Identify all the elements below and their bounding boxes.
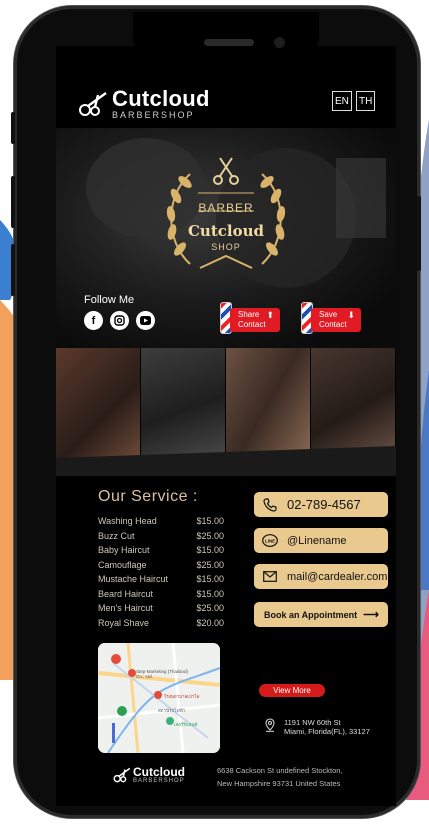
- service-item: Men's Haircut $25.00: [98, 603, 224, 618]
- service-item: Baby Haircut $15.00: [98, 545, 224, 560]
- phone-button[interactable]: 02-789-4567: [254, 492, 388, 517]
- service-price: $25.00: [196, 559, 224, 570]
- address-block: 1191 NW 60th St Miami, Florida(FL), 3312…: [284, 718, 370, 736]
- map-graphic: [98, 643, 220, 753]
- map-label-hospital: โรงพยาบาลเปาโล: [164, 694, 200, 699]
- service-price: $15.00: [196, 545, 224, 555]
- gallery-photo-1[interactable]: [56, 348, 141, 460]
- scissors-icon: [79, 92, 107, 116]
- address-line2: Miami, Florida(FL), 33127: [284, 727, 370, 736]
- service-name: Beard Haircut: [98, 588, 154, 599]
- language-th-button[interactable]: TH: [356, 91, 376, 111]
- service-price: $20.00: [196, 617, 224, 628]
- footer-address: 6638 Cackson St undefined Stockton, New …: [217, 764, 343, 790]
- service-price: $15.00: [196, 574, 224, 584]
- instagram-icon[interactable]: [110, 311, 129, 330]
- service-price: $15.00: [196, 588, 224, 599]
- youtube-icon[interactable]: [136, 311, 155, 330]
- phone-mute-button: [11, 112, 15, 144]
- services-title: Our Service :: [98, 488, 198, 505]
- service-name: Buzz Cut: [98, 530, 135, 541]
- service-price: $25.00: [196, 603, 224, 613]
- service-item: Royal Shave $20.00: [98, 618, 224, 633]
- upload-arrow-icon: ⬆: [266, 310, 274, 320]
- phone-power-button: [417, 196, 421, 271]
- service-price: $15.00: [196, 516, 224, 526]
- view-more-button[interactable]: View More: [259, 684, 325, 697]
- phone-number: 02-789-4567: [287, 497, 361, 512]
- brand-logo[interactable]: Cutcloud BARBERSHOP: [78, 88, 210, 120]
- service-name: Washing Head: [98, 516, 157, 526]
- line-id: @Linename: [287, 534, 347, 547]
- arrow-right-icon: ⟶: [363, 609, 379, 621]
- barber-wreath-emblem: [166, 157, 286, 269]
- email-address: mail@cardealer.com: [287, 570, 388, 583]
- photo-gallery: [56, 348, 396, 460]
- service-item: Buzz Cut $25.00: [98, 531, 224, 546]
- service-name: Mustache Haircut: [98, 574, 169, 584]
- services-list: Washing Head $15.00 Buzz Cut $25.00 Baby H…: [98, 516, 224, 632]
- save-contact-button[interactable]: Save Contact ⬇: [301, 302, 363, 334]
- location-pin-icon: [265, 718, 275, 732]
- service-item: Beard Haircut $15.00: [98, 589, 224, 604]
- phone-volume-down-button: [11, 244, 15, 296]
- gallery-photo-2[interactable]: [141, 348, 226, 460]
- service-name: Men's Haircut: [98, 603, 153, 613]
- book-appointment-button[interactable]: Book an Appointment ⟶: [254, 602, 388, 627]
- scissors-icon: [113, 767, 131, 783]
- mail-icon: [262, 569, 278, 585]
- svg-text:LINE: LINE: [265, 538, 275, 543]
- map-label-company: Step-Marketing (Thailand) Co., Ltd.: [136, 669, 189, 679]
- download-arrow-icon: ⬇: [347, 310, 355, 320]
- footer-address-line2: New Hampshire 93731 United States: [217, 779, 341, 788]
- gallery-photo-3[interactable]: [226, 348, 311, 460]
- phone-speaker: [204, 39, 254, 46]
- phone-notch: [133, 12, 319, 62]
- gallery-photo-4[interactable]: [311, 348, 396, 460]
- phone-frame: Cutcloud BARBERSHOP EN TH BARBER Cutclou…: [11, 6, 421, 818]
- brand-tagline: BARBERSHOP: [112, 110, 195, 120]
- follow-label: Follow Me: [84, 294, 135, 306]
- service-name: Camouflage: [98, 559, 147, 570]
- brand-name: Cutcloud: [112, 86, 210, 111]
- service-item: Mustache Haircut $15.00: [98, 574, 224, 589]
- emblem-line1: BARBER: [198, 201, 254, 215]
- email-button[interactable]: mail@cardealer.com: [254, 564, 388, 589]
- service-name: Baby Haircut: [98, 545, 150, 555]
- share-contact-line2: Contact: [238, 320, 266, 329]
- appointment-label: Book an Appointment: [264, 609, 358, 620]
- service-name: Royal Shave: [98, 617, 150, 628]
- phone-screen: Cutcloud BARBERSHOP EN TH BARBER Cutclou…: [56, 46, 396, 806]
- map-label-station: สถานีรถไฟฟ้า: [158, 708, 186, 713]
- footer-brand-tagline: BARBERSHOP: [133, 778, 185, 784]
- phone-volume-up-button: [11, 176, 15, 228]
- service-price: $25.00: [196, 530, 224, 541]
- location-map[interactable]: Step-Marketing (Thailand) Co., Ltd. โรงพ…: [98, 643, 220, 753]
- emblem-line3: SHOP: [211, 242, 241, 252]
- service-item: Washing Head $15.00: [98, 516, 224, 531]
- footer-brand-name: Cutcloud: [133, 765, 185, 779]
- emblem-line2: Cutcloud: [187, 222, 264, 240]
- service-item: Camouflage $25.00: [98, 560, 224, 575]
- phone-camera: [274, 37, 285, 48]
- line-button[interactable]: LINE @Linename: [254, 528, 388, 553]
- facebook-icon[interactable]: f: [84, 311, 103, 330]
- language-en-button[interactable]: EN: [332, 91, 352, 111]
- footer-logo: Cutcloud BARBERSHOP: [113, 766, 185, 784]
- address-line1: 1191 NW 60th St: [284, 718, 341, 727]
- save-contact-line2: Contact: [319, 320, 347, 329]
- share-contact-button[interactable]: Share Contact ⬆: [220, 302, 282, 334]
- phone-icon: [262, 497, 278, 513]
- line-icon: LINE: [262, 533, 278, 549]
- footer-address-line1: 6638 Cackson St undefined Stockton,: [217, 766, 343, 775]
- map-label-park: เจอร์รี่แลนด์: [174, 722, 198, 727]
